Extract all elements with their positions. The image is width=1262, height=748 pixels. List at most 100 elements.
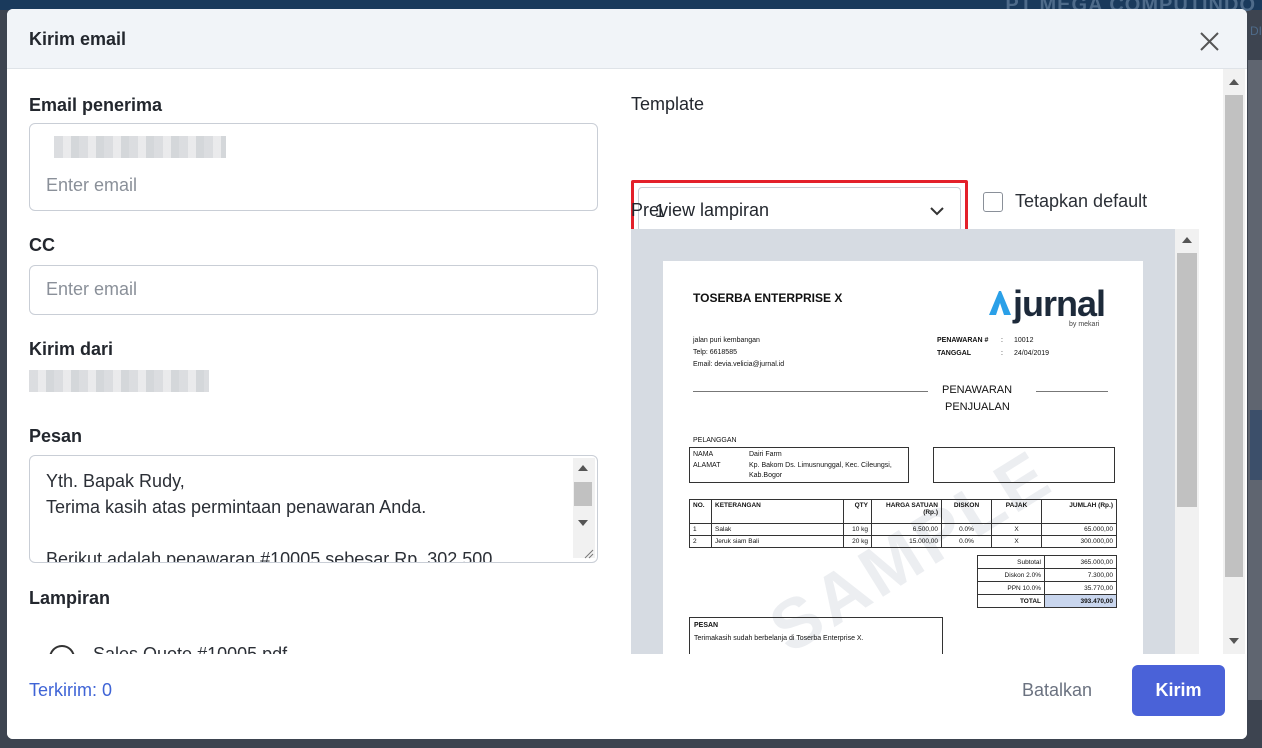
cc-field[interactable]: Enter email	[29, 265, 598, 315]
doc-summary-label: Diskon 2.0%	[977, 568, 1045, 582]
doc-penawaran-label: PENAWARAN #	[937, 337, 989, 344]
doc-table-header: NO. KETERANGAN QTY HARGA SATUAN (Rp.) DI…	[689, 499, 1117, 524]
sender-email-redacted	[29, 370, 209, 392]
batalkan-button[interactable]: Batalkan	[1022, 680, 1092, 701]
pesan-line: Yth. Bapak Rudy,	[46, 471, 185, 491]
doc-tanggal: 24/04/2019	[1014, 350, 1050, 357]
doc-table-row: 2 Jeruk siam Bali 20 kg 15.000,00 0.0% X…	[689, 535, 1117, 548]
chevron-down-icon	[930, 207, 944, 216]
doc-summary-row: Diskon 2.0% 7.300,00	[977, 568, 1117, 582]
doc-empty-box	[933, 447, 1115, 483]
doc-summary-value: 35.770,00	[1044, 581, 1117, 595]
doc-pesan-label: PESAN	[694, 622, 719, 629]
doc-address-line: Email: devia.velicia@jurnal.id	[693, 361, 785, 368]
doc-table-cell: X	[991, 523, 1042, 536]
app-background-block	[1250, 410, 1262, 480]
email-penerima-field[interactable]: Enter email	[29, 123, 598, 211]
jurnal-logo-icon	[989, 291, 1011, 315]
send-email-modal: Kirim email Email penerima Enter email C…	[7, 9, 1247, 739]
modal-title: Kirim email	[29, 29, 127, 49]
doc-alamat-label: ALAMAT	[693, 462, 721, 469]
doc-divider	[693, 391, 928, 392]
preview-lampiran-label: Preview lampiran	[631, 200, 770, 220]
doc-summary-table: Subtotal 365.000,00 Diskon 2.0% 7.300,00 P…	[977, 555, 1117, 608]
pesan-line: Berikut adalah penawaran #10005 sebesar …	[46, 549, 493, 563]
pesan-scrollbar[interactable]	[573, 458, 595, 558]
modal-header: Kirim email	[7, 9, 1247, 69]
doc-table-cell: Salak	[711, 523, 844, 536]
preview-document: SAMPLE TOSERBA ENTERPRISE X jurnal by me…	[663, 261, 1143, 654]
app-company-sub: DI	[1250, 24, 1262, 38]
scroll-down-icon[interactable]	[578, 520, 588, 526]
scroll-up-icon[interactable]	[578, 465, 588, 471]
doc-pelanggan-label: PELANGGAN	[693, 437, 737, 444]
modal-scrollbar-thumb[interactable]	[1225, 95, 1243, 577]
doc-pesan-text: Terimakasih sudah berbelanja di Toserba …	[694, 635, 864, 642]
attachment-radio[interactable]	[49, 645, 75, 654]
lampiran-label: Lampiran	[29, 588, 111, 608]
doc-penawaran-no: 10012	[1014, 337, 1034, 344]
doc-summary-label: PPN 10.0%	[977, 581, 1045, 595]
scroll-up-icon[interactable]	[1229, 79, 1239, 85]
doc-table-row: 1 Salak 10 kg 6.500,00 0.0% X 65.000,00	[689, 523, 1117, 536]
pesan-label: Pesan	[29, 426, 83, 446]
pesan-line: Terima kasih atas permintaan penawaran A…	[46, 497, 427, 517]
jurnal-logo-text: jurnal	[1013, 283, 1106, 324]
pesan-text: Yth. Bapak Rudy, Terima kasih atas permin…	[46, 468, 493, 563]
doc-items-table: NO. KETERANGAN QTY HARGA SATUAN (Rp.) DI…	[689, 499, 1117, 548]
cc-placeholder: Enter email	[46, 279, 138, 299]
doc-table-cell: 10 kg	[843, 523, 872, 536]
doc-table-cell: 1	[689, 523, 712, 536]
doc-table-cell: Jeruk siam Bali	[711, 535, 844, 548]
kirim-button[interactable]: Kirim	[1132, 665, 1225, 716]
doc-colon: :	[1001, 337, 1003, 344]
tetapkan-default-label: Tetapkan default	[1015, 191, 1148, 211]
resize-handle-icon[interactable]	[582, 547, 594, 559]
doc-address-line: jalan puri kembangan	[693, 337, 760, 344]
doc-table-cell: 65.000,00	[1041, 523, 1117, 536]
doc-alamat-line: Kp. Bakom Ds. Limusnunggal, Kec. Cileung…	[749, 462, 892, 469]
doc-tanggal-label: TANGGAL	[937, 350, 972, 357]
doc-divider	[1036, 391, 1108, 392]
attachment-name: Sales Quote #10005.pdf	[93, 644, 288, 654]
app-background-panel	[1248, 60, 1262, 700]
doc-alamat-line: Kab.Bogor	[749, 472, 783, 479]
doc-table-cell: 0.0%	[941, 523, 992, 536]
doc-address-line: Telp: 6618585	[693, 349, 737, 356]
doc-table-cell: 300.000,00	[1041, 535, 1117, 548]
doc-summary-value: 365.000,00	[1044, 555, 1117, 569]
scroll-down-icon[interactable]	[1229, 638, 1239, 644]
email-penerima-placeholder: Enter email	[46, 175, 138, 195]
doc-table-header-cell: NO.	[689, 499, 712, 524]
preview-scrollbar-thumb[interactable]	[1177, 253, 1197, 507]
terkirim-link[interactable]: Terkirim: 0	[29, 680, 112, 701]
pesan-textarea[interactable]: Yth. Bapak Rudy, Terima kasih atas permin…	[29, 455, 598, 563]
doc-table-cell: 6.500,00	[871, 523, 942, 536]
template-label: Template	[631, 94, 705, 114]
modal-scrollbar[interactable]	[1223, 69, 1245, 654]
doc-nama: Dairi Farm	[749, 451, 782, 458]
doc-table-cell: X	[991, 535, 1042, 548]
doc-summary-value: 7.300,00	[1044, 568, 1117, 582]
scroll-up-icon[interactable]	[1182, 237, 1192, 243]
doc-title-line1: PENAWARAN	[942, 384, 1013, 396]
doc-title-line2: PENJUALAN	[945, 401, 1010, 413]
email-penerima-label: Email penerima	[29, 95, 163, 115]
doc-table-cell: 20 kg	[843, 535, 872, 548]
recipient-email-chip-redacted	[54, 136, 226, 158]
doc-summary-row: PPN 10.0% 35.770,00	[977, 581, 1117, 595]
doc-table-header-cell: DISKON	[941, 499, 992, 524]
doc-company-name: TOSERBA ENTERPRISE X	[693, 291, 843, 305]
kirim-dari-label: Kirim dari	[29, 339, 114, 359]
modal-footer: Terkirim: 0 Batalkan Kirim	[7, 654, 1247, 739]
doc-table-header-cell: HARGA SATUAN (Rp.)	[871, 499, 942, 524]
pesan-line	[46, 520, 492, 546]
doc-table-header-cell: QTY	[843, 499, 872, 524]
doc-summary-row: TOTAL 393.470,00	[977, 594, 1117, 608]
doc-table-header-cell: KETERANGAN	[711, 499, 844, 524]
pesan-scrollbar-thumb[interactable]	[574, 482, 592, 506]
doc-summary-row: Subtotal 365.000,00	[977, 555, 1117, 569]
tetapkan-default-checkbox[interactable]	[983, 192, 1003, 212]
close-icon[interactable]	[1197, 29, 1223, 55]
doc-table-cell: 15.000,00	[871, 535, 942, 548]
